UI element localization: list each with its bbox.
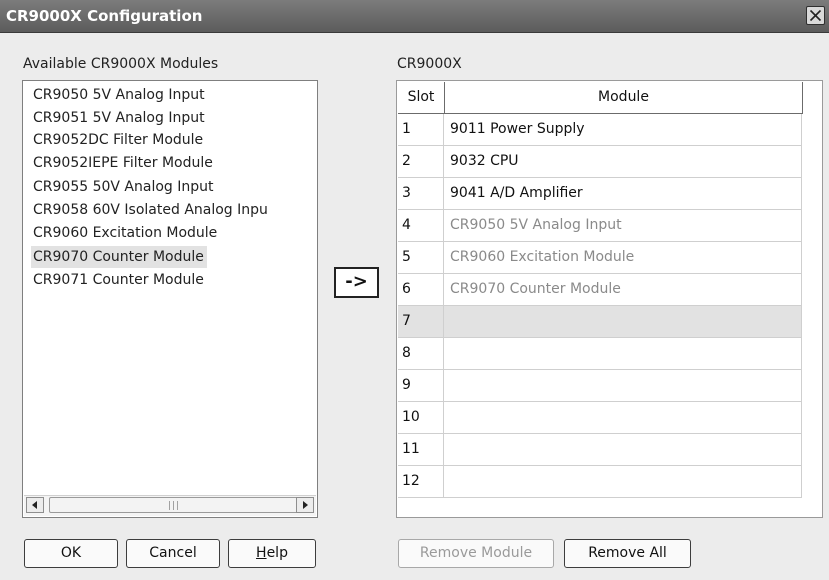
scrollbar-thumb[interactable]: |||: [49, 497, 298, 513]
available-modules-label: Available CR9000X Modules: [23, 56, 219, 72]
slot-cell: 7: [398, 306, 444, 337]
table-row[interactable]: 3 9041 A/D Amplifier: [398, 178, 802, 210]
list-item[interactable]: CR9051 5V Analog Input: [31, 107, 208, 129]
list-item-selected[interactable]: CR9070 Counter Module: [31, 246, 207, 268]
add-module-button[interactable]: ->: [334, 267, 379, 298]
column-header-slot[interactable]: Slot: [398, 82, 445, 113]
scroll-grip: |||: [168, 501, 181, 511]
slot-cell: 8: [398, 338, 444, 369]
table-header: Slot Module: [398, 82, 803, 114]
module-cell: 9032 CPU: [450, 153, 519, 169]
slot-cell: 4: [398, 210, 444, 241]
table-row[interactable]: 10: [398, 402, 802, 434]
table-row[interactable]: 8: [398, 338, 802, 370]
module-cell: [445, 466, 802, 497]
module-cell: [445, 306, 802, 337]
table-row-selected[interactable]: 7: [398, 306, 802, 338]
table-row[interactable]: 4 CR9050 5V Analog Input: [398, 210, 802, 242]
remove-all-button[interactable]: Remove All: [564, 539, 691, 568]
list-item[interactable]: CR9055 50V Analog Input: [31, 176, 217, 198]
table-row[interactable]: 6 CR9070 Counter Module: [398, 274, 802, 306]
horizontal-scrollbar[interactable]: |||: [24, 495, 316, 516]
chevron-left-icon: [32, 501, 37, 509]
cancel-button[interactable]: Cancel: [126, 539, 220, 568]
slot-cell: 2: [398, 146, 444, 177]
available-modules-list[interactable]: CR9050 5V Analog Input CR9051 5V Analog …: [22, 80, 318, 518]
remove-module-button[interactable]: Remove Module: [398, 539, 554, 568]
module-cell: CR9060 Excitation Module: [450, 249, 635, 265]
list-item[interactable]: CR9050 5V Analog Input: [31, 84, 208, 106]
table-row[interactable]: 12: [398, 466, 802, 498]
list-item[interactable]: CR9052DC Filter Module: [31, 129, 206, 151]
column-header-module[interactable]: Module: [445, 82, 802, 113]
help-button[interactable]: Help: [228, 539, 316, 568]
module-cell: CR9070 Counter Module: [450, 281, 621, 297]
list-item[interactable]: CR9058 60V Isolated Analog Inpu: [31, 199, 271, 221]
module-cell: CR9050 5V Analog Input: [450, 217, 622, 233]
help-label-rest: elp: [266, 545, 288, 561]
help-accelerator: H: [256, 545, 267, 561]
window-title: CR9000X Configuration: [6, 7, 203, 25]
title-bar: CR9000X Configuration: [0, 0, 829, 33]
module-cell: 9011 Power Supply: [450, 121, 585, 137]
slot-cell: 6: [398, 274, 444, 305]
ok-button[interactable]: OK: [24, 539, 118, 568]
scroll-right-button[interactable]: [296, 497, 314, 513]
config-label: CR9000X: [397, 56, 462, 72]
module-cell: [445, 434, 802, 465]
module-cell: [445, 370, 802, 401]
slot-table: Slot Module 1 9011 Power Supply 2 9032 C…: [396, 80, 823, 518]
close-button[interactable]: [806, 6, 825, 25]
slot-cell: 9: [398, 370, 444, 401]
scroll-left-button[interactable]: [26, 497, 44, 513]
module-cell: [445, 402, 802, 433]
slot-cell: 12: [398, 466, 444, 497]
table-row[interactable]: 11: [398, 434, 802, 466]
table-row[interactable]: 2 9032 CPU: [398, 146, 802, 178]
slot-cell: 10: [398, 402, 444, 433]
module-cell: 9041 A/D Amplifier: [450, 185, 583, 201]
slot-cell: 5: [398, 242, 444, 273]
module-cell: [445, 338, 802, 369]
slot-cell: 11: [398, 434, 444, 465]
slot-cell: 3: [398, 178, 444, 209]
list-item[interactable]: CR9060 Excitation Module: [31, 222, 220, 244]
close-icon: [809, 9, 822, 22]
table-row[interactable]: 1 9011 Power Supply: [398, 114, 802, 146]
list-item[interactable]: CR9071 Counter Module: [31, 269, 207, 291]
slot-cell: 1: [398, 114, 444, 145]
chevron-right-icon: [303, 501, 308, 509]
table-row[interactable]: 9: [398, 370, 802, 402]
list-item[interactable]: CR9052IEPE Filter Module: [31, 152, 216, 174]
table-row[interactable]: 5 CR9060 Excitation Module: [398, 242, 802, 274]
